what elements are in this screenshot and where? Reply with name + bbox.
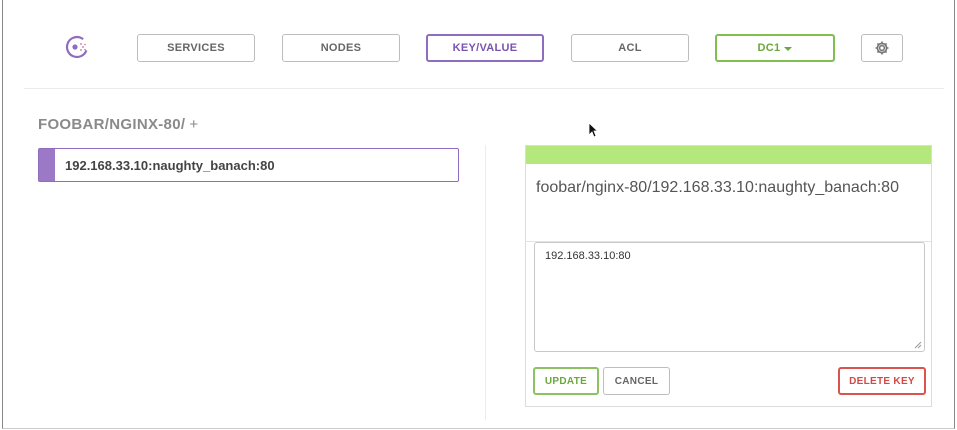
key-title: foobar/nginx-80/192.168.33.10:naughty_ba… <box>536 179 899 196</box>
nav-services-button[interactable]: SERVICES <box>137 34 255 62</box>
add-key-link[interactable]: + <box>189 116 198 133</box>
key-list-item-label: 192.168.33.10:naughty_banach:80 <box>65 157 275 173</box>
value-textarea[interactable]: 192.168.33.10:80 <box>534 242 925 352</box>
breadcrumb: FOOBAR/NGINX-80/+ <box>38 116 198 133</box>
settings-button[interactable] <box>861 34 903 62</box>
nav-nodes-button[interactable]: NODES <box>282 34 400 62</box>
breadcrumb-path[interactable]: FOOBAR/NGINX-80/ <box>38 116 185 133</box>
nav-key-value-button[interactable]: KEY/VALUE <box>426 34 544 62</box>
value-text: 192.168.33.10:80 <box>545 250 631 262</box>
column-divider <box>485 145 486 420</box>
update-button[interactable]: UPDATE <box>533 367 599 395</box>
cancel-button[interactable]: CANCEL <box>603 367 670 395</box>
gear-icon <box>875 41 889 55</box>
header-divider <box>24 88 944 89</box>
selected-indicator <box>39 149 55 181</box>
key-list-item[interactable]: 192.168.33.10:naughty_banach:80 <box>38 148 459 182</box>
status-bar <box>526 146 931 164</box>
resize-handle-icon[interactable] <box>914 341 922 349</box>
chevron-down-icon <box>784 47 793 51</box>
key-editor-panel: foobar/nginx-80/192.168.33.10:naughty_ba… <box>525 145 932 407</box>
consul-logo-icon[interactable] <box>64 34 90 60</box>
datacenter-dropdown[interactable]: DC1 <box>715 34 835 62</box>
delete-key-button[interactable]: DELETE KEY <box>838 367 926 395</box>
nav-acl-button[interactable]: ACL <box>571 34 689 62</box>
mouse-cursor-icon <box>588 122 598 138</box>
datacenter-label: DC1 <box>757 42 781 54</box>
